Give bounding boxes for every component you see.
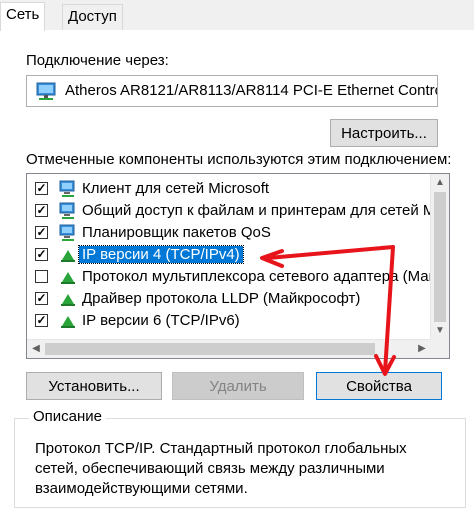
list-item-label: IP версии 4 (TCP/IPv4) [78, 245, 244, 264]
description-line: Протокол TCP/IP. Стандартный протокол гл… [35, 440, 407, 457]
list-item-label: Протокол мультиплексора сетевого адаптер… [82, 268, 437, 285]
description-line: взаимодействующими сетями. [35, 480, 248, 497]
horizontal-scrollbar[interactable]: ◀ ▶ [27, 339, 431, 358]
remove-button[interactable]: Удалить [172, 372, 304, 400]
checkbox[interactable]: ✓ [35, 248, 48, 261]
list-item-label: IP версии 6 (TCP/IPv6) [82, 312, 240, 329]
scroll-up-icon[interactable]: ▲ [431, 174, 449, 192]
protocol-icon [61, 272, 75, 284]
scrollbar-corner [431, 340, 449, 358]
checkbox[interactable]: ✓ [35, 314, 48, 327]
checkbox[interactable]: ✓ [35, 182, 48, 195]
protocol-icon [61, 316, 75, 328]
scroll-right-icon[interactable]: ▶ [413, 340, 431, 358]
description-line: сетей, обеспечивающий связь между различ… [35, 460, 385, 477]
components-list[interactable]: ✓ Клиент для сетей Microsoft ✓ Общий дос… [26, 173, 450, 359]
scroll-thumb[interactable] [45, 343, 375, 355]
description-group: Описание Протокол TCP/IP. Стандартный пр… [14, 408, 466, 508]
vertical-scrollbar[interactable]: ▲ ▼ [430, 174, 449, 358]
checkbox[interactable] [35, 270, 48, 283]
list-item[interactable]: ✓ IP версии 4 (TCP/IPv4) [27, 244, 431, 266]
list-item[interactable]: ✓ Общий доступ к файлам и принтерам для … [27, 200, 439, 222]
network-share-icon [59, 202, 75, 219]
adapter-name: Atheros AR8121/AR8113/AR8114 PCI-E Ether… [65, 82, 438, 99]
list-item[interactable]: ✓ Драйвер протокола LLDP (Майкрософт) [27, 288, 431, 310]
tab-strip: Сеть Доступ [0, 0, 474, 31]
scroll-down-icon[interactable]: ▼ [431, 322, 449, 340]
scroll-thumb[interactable] [434, 192, 446, 322]
list-item-label: Планировщик пакетов QoS [82, 224, 271, 241]
connect-via-label: Подключение через: [26, 52, 169, 69]
protocol-icon [61, 250, 75, 262]
install-button[interactable]: Установить... [26, 372, 162, 400]
list-item-label: Клиент для сетей Microsoft [82, 180, 270, 197]
network-client-icon [59, 180, 75, 197]
list-item[interactable]: ✓ IP версии 6 (TCP/IPv6) [27, 310, 431, 332]
list-item-label: Общий доступ к файлам и принтерам для се… [82, 202, 439, 219]
adapter-field: Atheros AR8121/AR8113/AR8114 PCI-E Ether… [26, 75, 438, 107]
description-legend: Описание [29, 408, 107, 425]
properties-button[interactable]: Свойства [316, 372, 442, 400]
scroll-left-icon[interactable]: ◀ [27, 340, 45, 358]
description-text: Протокол TCP/IP. Стандартный протокол гл… [35, 439, 455, 499]
checkbox[interactable]: ✓ [35, 204, 48, 217]
network-service-icon [59, 224, 75, 241]
list-item[interactable]: ✓ Планировщик пакетов QoS [27, 222, 431, 244]
network-adapter-icon [36, 82, 56, 100]
list-item-label: Драйвер протокола LLDP (Майкрософт) [82, 290, 361, 307]
components-label: Отмеченные компоненты используются этим … [26, 151, 452, 168]
checkbox[interactable]: ✓ [35, 292, 48, 305]
tab-network[interactable]: Сеть [0, 2, 46, 31]
list-item[interactable]: ✓ Клиент для сетей Microsoft [27, 178, 431, 200]
tab-sharing[interactable]: Доступ [62, 4, 123, 30]
checkbox[interactable]: ✓ [35, 226, 48, 239]
list-item[interactable]: Протокол мультиплексора сетевого адаптер… [27, 266, 437, 288]
configure-button[interactable]: Настроить... [330, 119, 438, 147]
protocol-icon [61, 294, 75, 306]
